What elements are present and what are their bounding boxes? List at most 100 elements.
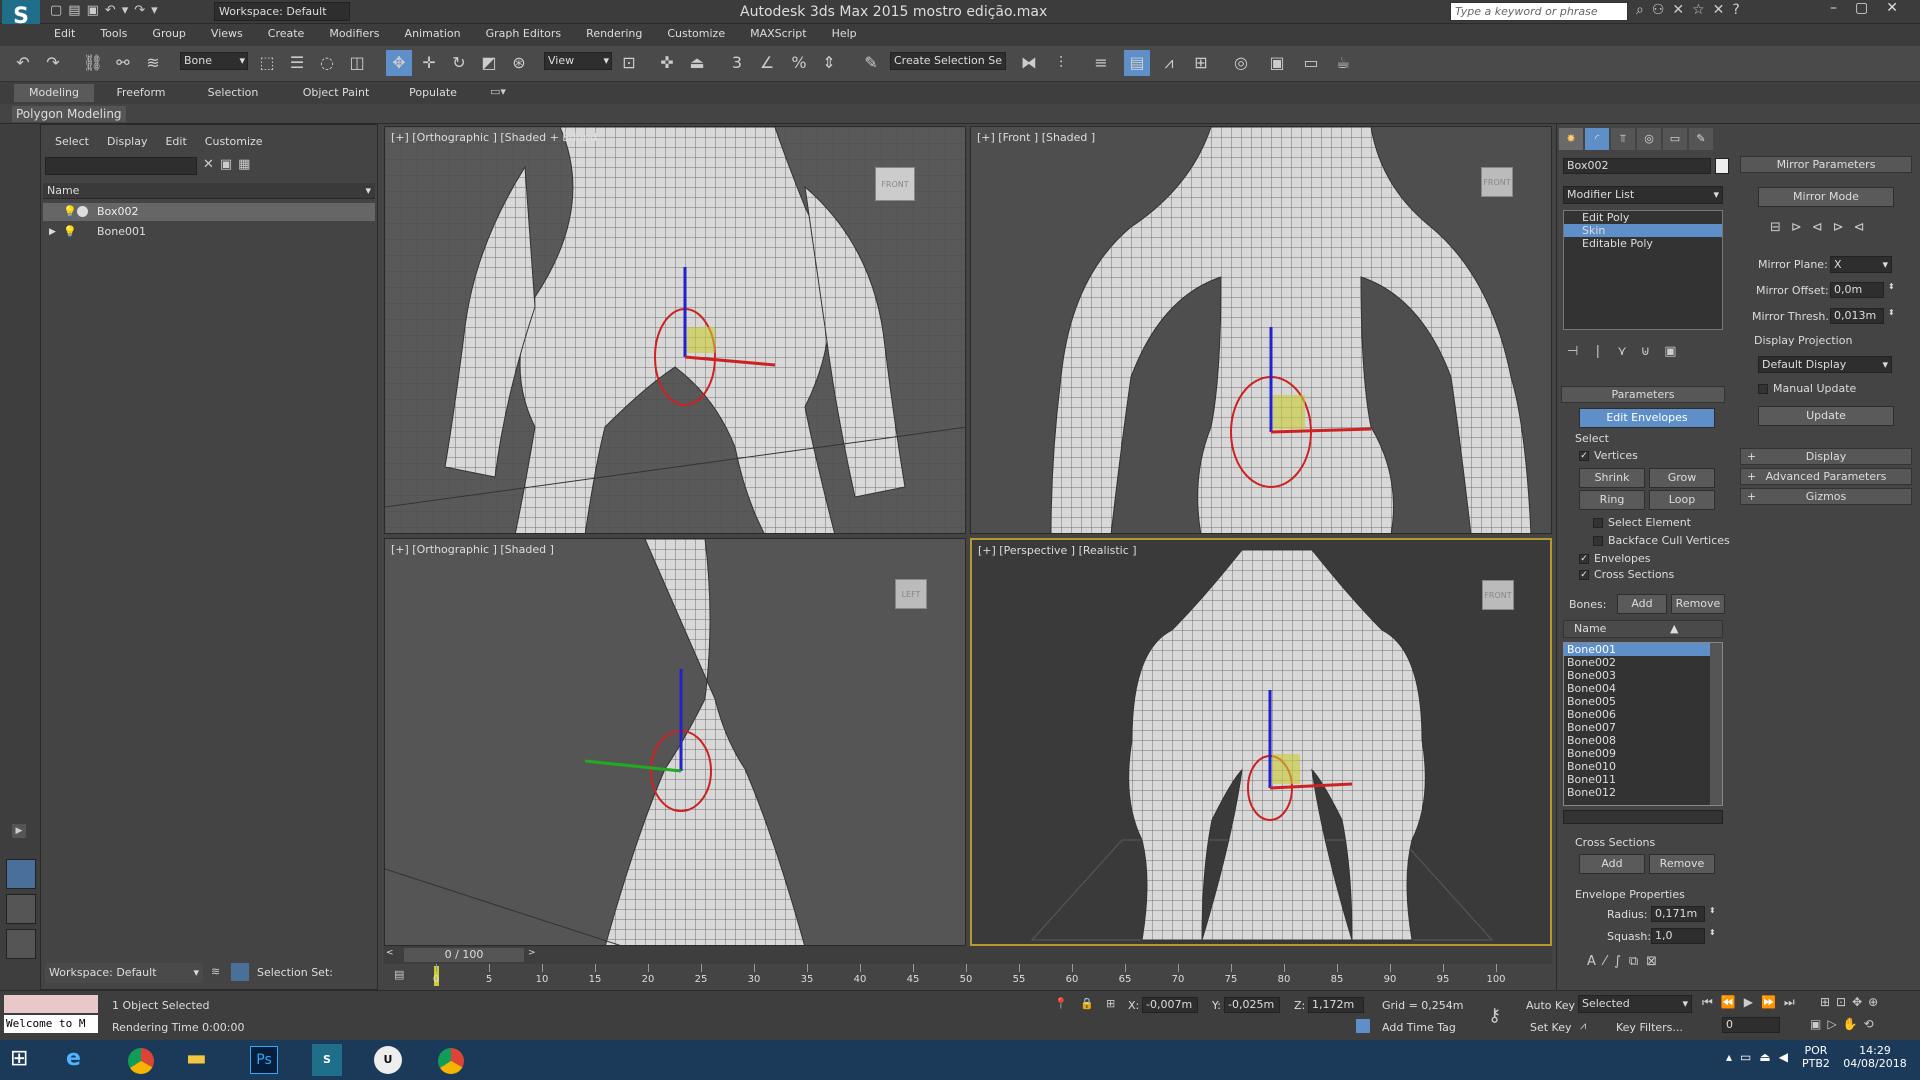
remove-bone-button[interactable]: Remove (1671, 594, 1725, 614)
next-frame-icon[interactable]: > (528, 948, 536, 958)
tab-freeform[interactable]: Freeform (106, 86, 176, 99)
bone-item[interactable]: Bone006 (1564, 708, 1722, 721)
advanced-parameters-rollout[interactable]: + Advanced Parameters (1740, 468, 1912, 485)
window-crossing-icon[interactable]: ◫ (344, 50, 370, 76)
navigation-controls-icons-2[interactable]: ▣▷✋⟲ (1810, 1017, 1880, 1031)
tab-modeling[interactable]: Modeling (14, 84, 94, 102)
mirror-offset-spinner-icon[interactable]: ⬍ (1888, 282, 1895, 291)
edit-envelopes-button[interactable]: Edit Envelopes (1579, 408, 1715, 428)
tray-icons[interactable]: ▴▭⏏◀ (1726, 1050, 1796, 1064)
photoshop-icon[interactable]: Ps (250, 1046, 278, 1074)
manual-update-checkbox[interactable]: Manual Update (1758, 382, 1856, 395)
menu-customize[interactable]: Customize (667, 27, 725, 40)
parameters-rollout-header[interactable]: Parameters (1561, 386, 1725, 403)
stack-editable-poly[interactable]: Editable Poly (1564, 237, 1722, 250)
mirror-thresh-input[interactable]: 0,013m (1830, 308, 1884, 324)
shrink-button[interactable]: Shrink (1579, 468, 1645, 488)
time-slider[interactable]: < 0 / 100 > (384, 946, 1552, 964)
infocenter-icons[interactable]: ⌕⚇✕☆✕? (1636, 2, 1748, 18)
menu-maxscript[interactable]: MAXScript (750, 27, 806, 40)
menu-modifiers[interactable]: Modifiers (329, 27, 379, 40)
se-menu-select[interactable]: Select (55, 135, 89, 148)
prev-frame-icon[interactable]: < (386, 948, 394, 958)
object-color-swatch[interactable] (1715, 158, 1729, 174)
file-explorer-icon[interactable]: ▬ (186, 1046, 207, 1071)
time-slider-thumb[interactable]: 0 / 100 (404, 948, 524, 962)
key-mode-dropdown[interactable]: Selected ▾ (1578, 995, 1692, 1013)
light-bulb-icon[interactable]: 💡 (63, 223, 77, 241)
display-rollout[interactable]: + Display (1740, 448, 1912, 465)
search-input[interactable]: Type a keyword or phrase (1450, 2, 1628, 21)
radius-input[interactable]: 0,171m (1651, 906, 1705, 922)
tab-selection[interactable]: Selection (198, 86, 268, 99)
viewport-label[interactable]: [+] [Front ] [Shaded ] (977, 131, 1095, 144)
3dsmax-taskbar-icon[interactable]: S (312, 1044, 342, 1076)
layout-four-icon[interactable] (6, 859, 36, 889)
percent-snap-icon[interactable]: % (786, 50, 812, 76)
quick-access-icons[interactable]: ▢▤▣↶▾↷▾ (50, 3, 164, 18)
loop-button[interactable]: Loop (1649, 490, 1715, 510)
playback-controls-icons[interactable]: ⏮⏪▶⏩⏭ (1702, 995, 1803, 1010)
display-projection-dropdown[interactable]: Default Display ▾ (1758, 356, 1892, 373)
mini-curve-editor-icon[interactable]: ▤ (394, 968, 404, 981)
menu-help[interactable]: Help (832, 27, 857, 40)
z-coordinate[interactable]: 1,172m (1308, 997, 1364, 1013)
bone-item[interactable]: Bone011 (1564, 773, 1722, 786)
select-by-name-icon[interactable]: ☰ (284, 50, 310, 76)
bone-item[interactable]: Bone009 (1564, 747, 1722, 760)
se-row-box002[interactable]: 💡 Box002 (43, 203, 375, 221)
select-manipulate-icon[interactable]: ✜ (654, 50, 680, 76)
se-search-input[interactable] (45, 157, 197, 175)
ribbon-toggle-icon[interactable]: ▤ (1124, 50, 1150, 76)
menu-tools[interactable]: Tools (100, 27, 127, 40)
squash-spinner-icon[interactable]: ⬍ (1709, 928, 1716, 937)
scale-icon[interactable]: ◩ (476, 50, 502, 76)
snaps-toggle-icon[interactable]: 3 (724, 50, 750, 76)
polygon-modeling-panel[interactable]: Polygon Modeling (12, 106, 126, 122)
unreal-engine-icon[interactable]: U (374, 1046, 402, 1074)
link-icon[interactable]: ⛓ (80, 50, 106, 76)
bone-item[interactable]: Bone010 (1564, 760, 1722, 773)
expand-triangle-icon[interactable]: ▶ (49, 223, 56, 241)
layers-icon[interactable]: ≋ (211, 965, 220, 978)
menu-group[interactable]: Group (152, 27, 186, 40)
set-key-button[interactable]: Set Key (1530, 1021, 1572, 1034)
bone-item[interactable]: Bone012 (1564, 786, 1722, 799)
cross-sections-checkbox[interactable]: ✓ Cross Sections (1579, 568, 1674, 581)
bone-item[interactable]: Bone001 (1564, 643, 1722, 656)
sort-up-icon[interactable]: ▲ (1670, 621, 1678, 637)
stack-tools-icons[interactable]: ⊣❘⋎⊍▣ (1567, 344, 1691, 359)
viewcube-icon[interactable]: LEFT (895, 579, 927, 609)
selection-filter-dropdown[interactable]: Bone ▾ (180, 52, 248, 70)
bone-item[interactable]: Bone002 (1564, 656, 1722, 669)
auto-key-button[interactable]: Auto Key (1526, 999, 1575, 1012)
bones-scrollbar[interactable] (1710, 643, 1722, 805)
redo-icon[interactable]: ↷ (40, 50, 66, 76)
grow-button[interactable]: Grow (1649, 468, 1715, 488)
chrome-icon[interactable] (438, 1048, 464, 1074)
time-tag-icon[interactable] (1356, 1019, 1370, 1033)
bind-spacewarp-icon[interactable]: ≋ (140, 50, 166, 76)
y-coordinate[interactable]: -0,025m (1224, 997, 1280, 1013)
ref-coord-dropdown[interactable]: View ▾ (544, 52, 612, 70)
squash-input[interactable]: 1,0 (1651, 928, 1705, 944)
keyboard-shortcut-icon[interactable]: ⏏ (684, 50, 710, 76)
render-setup-icon[interactable]: ▣ (1264, 50, 1290, 76)
bone-item[interactable]: Bone008 (1564, 734, 1722, 747)
object-name-field[interactable]: Box002 (1563, 158, 1711, 174)
render-production-icon[interactable]: ☕ (1330, 50, 1356, 76)
windows-start-icon[interactable]: ⊞ (10, 1046, 28, 1071)
align-icon[interactable]: ⫶ (1048, 50, 1074, 76)
create-tab-icon[interactable]: ✸ (1559, 128, 1583, 150)
add-cross-section-button[interactable]: Add (1579, 854, 1645, 874)
tab-object-paint[interactable]: Object Paint (294, 86, 378, 99)
mirror-parameters-header[interactable]: Mirror Parameters (1740, 156, 1912, 173)
isolate-icon[interactable]: 📍 (1054, 997, 1068, 1010)
rotate-icon[interactable]: ↻ (446, 50, 472, 76)
menu-rendering[interactable]: Rendering (586, 27, 642, 40)
curve-editor-icon[interactable]: ⩘ (1156, 50, 1182, 76)
envelopes-checkbox[interactable]: ✓ Envelopes (1579, 552, 1650, 565)
add-bone-button[interactable]: Add (1617, 594, 1667, 614)
menu-animation[interactable]: Animation (405, 27, 461, 40)
undo-icon[interactable]: ↶ (10, 50, 36, 76)
